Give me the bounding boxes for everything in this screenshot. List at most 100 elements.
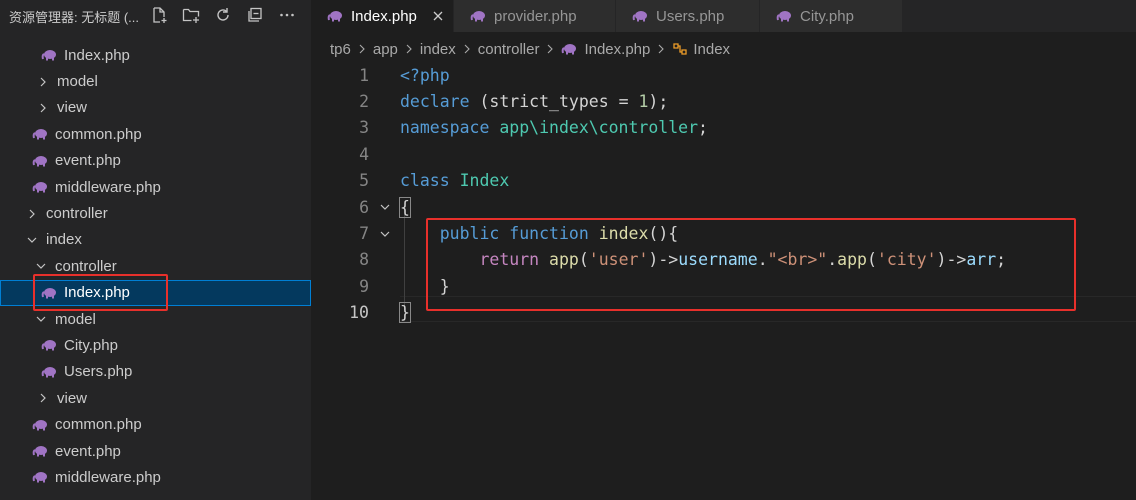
- code-token: .: [757, 250, 768, 270]
- tree-item-users-php[interactable]: Users.php: [0, 359, 311, 385]
- code-text: {: [399, 196, 411, 218]
- code-token: namespace: [400, 118, 490, 138]
- code-token: strict_types: [489, 92, 609, 112]
- code-line[interactable]: 10}: [311, 300, 1136, 326]
- new-file-icon[interactable]: [148, 4, 170, 26]
- code-line[interactable]: 7 public function index(){: [311, 220, 1136, 246]
- tree-item-middleware-php-2[interactable]: middleware.php: [0, 464, 311, 490]
- php-file-icon: [470, 10, 486, 22]
- tree-item-common-php-2[interactable]: common.php: [0, 411, 311, 437]
- tab-index-php[interactable]: Index.php: [311, 0, 454, 32]
- tree-item-middleware-php[interactable]: middleware.php: [0, 174, 311, 200]
- code-line[interactable]: 6{: [311, 194, 1136, 220]
- code-token: arr: [966, 250, 997, 270]
- tree-item-label: model: [57, 73, 98, 91]
- breadcrumb-symbol[interactable]: Index: [672, 41, 730, 58]
- code-token: (: [469, 92, 490, 112]
- tree-item-index-folder[interactable]: index: [0, 227, 311, 253]
- chevron-right-icon: [404, 44, 414, 54]
- chevron-down-icon: [35, 313, 47, 325]
- tree-item-label: common.php: [55, 125, 142, 143]
- fold-chevron-icon[interactable]: [378, 200, 392, 214]
- tree-item-view-2[interactable]: view: [0, 385, 311, 411]
- code-token: 1: [638, 92, 649, 112]
- php-file-icon: [41, 339, 57, 351]
- new-folder-icon[interactable]: [180, 4, 202, 26]
- breadcrumb: tp6 app index controller Index.php Index: [311, 36, 1136, 62]
- more-icon[interactable]: [276, 4, 298, 26]
- chevron-right-icon: [545, 44, 555, 54]
- tree-item-event-php-2[interactable]: event.php: [0, 438, 311, 464]
- collapse-all-icon[interactable]: [244, 4, 266, 26]
- chevron-down-icon: [26, 234, 38, 246]
- breadcrumb-item[interactable]: tp6: [330, 41, 351, 58]
- code-text: }: [399, 302, 411, 324]
- close-icon[interactable]: [431, 9, 445, 23]
- tree-item-view[interactable]: view: [0, 95, 311, 121]
- code-token: app: [549, 250, 579, 270]
- code-line[interactable]: 1 <?php: [311, 62, 1136, 88]
- breadcrumb-symbol-label: Index: [693, 40, 731, 58]
- tab-provider-php[interactable]: provider.php: [454, 0, 616, 32]
- code-line[interactable]: 9 }: [311, 273, 1136, 299]
- tab-users-php[interactable]: Users.php: [616, 0, 760, 32]
- explorer-header: 资源管理器: 无标题 (...: [0, 0, 311, 30]
- line-number: 9: [359, 276, 369, 296]
- code-line[interactable]: 3 namespace app\index\controller;: [311, 115, 1136, 141]
- code-token: username: [678, 250, 758, 270]
- php-file-icon: [32, 471, 48, 483]
- tree-item-controller[interactable]: controller: [0, 200, 311, 226]
- code-line[interactable]: 2 declare (strict_types = 1);: [311, 88, 1136, 114]
- tree-item-event-php[interactable]: event.php: [0, 148, 311, 174]
- tree-item-label: middleware.php: [55, 468, 161, 486]
- class-symbol-icon: [672, 42, 688, 56]
- code-token: (: [578, 250, 589, 270]
- code-token: ;: [996, 250, 1007, 270]
- line-number: 6: [359, 197, 369, 217]
- code-text: }: [400, 277, 450, 296]
- code-token: }: [439, 276, 450, 296]
- tree-item-label: Index.php: [64, 284, 130, 302]
- tree-item-index-php[interactable]: Index.php: [0, 42, 311, 68]
- php-file-icon: [632, 10, 648, 22]
- code-token: {: [399, 196, 411, 218]
- tree-item-label: controller: [46, 205, 108, 223]
- line-number: 1: [359, 65, 369, 85]
- code-editor[interactable]: 1 <?php 2 declare (strict_types = 1); 3 names…: [311, 62, 1136, 500]
- breadcrumb-item[interactable]: app: [373, 41, 398, 58]
- code-token: <?php: [400, 65, 450, 85]
- breadcrumb-item[interactable]: index: [420, 41, 456, 58]
- tree-item-common-php[interactable]: common.php: [0, 121, 311, 147]
- tree-item-label: middleware.php: [55, 178, 161, 196]
- tree-item-index-php-selected[interactable]: Index.php: [0, 279, 311, 306]
- code-token: "<br>": [767, 250, 828, 270]
- refresh-icon[interactable]: [212, 4, 234, 26]
- tree-item-label: City.php: [64, 336, 118, 354]
- breadcrumb-file[interactable]: Index.php: [561, 41, 650, 58]
- fold-chevron-icon[interactable]: [378, 227, 392, 241]
- tree-item-city-php[interactable]: City.php: [0, 332, 311, 358]
- code-line[interactable]: 8 return app('user')->username."<br>".ap…: [311, 247, 1136, 273]
- tab-label: City.php: [800, 7, 854, 25]
- tree-item-model-open[interactable]: model: [0, 306, 311, 332]
- tree-item-model[interactable]: model: [0, 68, 311, 94]
- chevron-right-icon: [37, 76, 49, 88]
- code-token: }: [399, 302, 411, 324]
- code-line[interactable]: 5 class Index: [311, 168, 1136, 194]
- php-file-icon: [776, 10, 792, 22]
- code-text: class Index: [400, 171, 509, 190]
- tree-item-label: Index.php: [64, 46, 130, 64]
- line-number: 7: [359, 224, 369, 244]
- line-number: 5: [359, 171, 369, 191]
- code-line[interactable]: 4: [311, 141, 1136, 167]
- breadcrumb-item[interactable]: controller: [478, 41, 540, 58]
- line-number: 10: [349, 303, 369, 323]
- code-text: declare (strict_types = 1);: [400, 92, 668, 111]
- code-token: public: [439, 224, 500, 244]
- tree-item-controller-open[interactable]: controller: [0, 253, 311, 279]
- code-token: )->: [648, 250, 679, 270]
- tab-city-php[interactable]: City.php: [760, 0, 903, 32]
- code-token: app\index\controller: [499, 118, 699, 138]
